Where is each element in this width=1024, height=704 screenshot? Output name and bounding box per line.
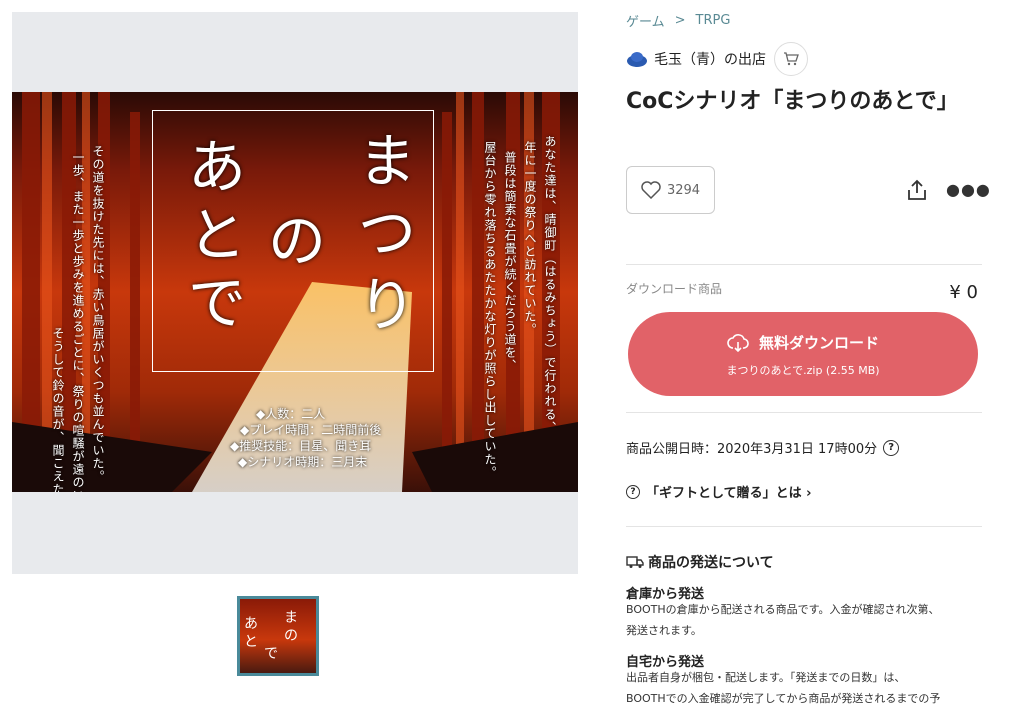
cart-icon xyxy=(784,52,799,66)
help-icon[interactable]: ? xyxy=(883,439,900,456)
free-download-button[interactable]: 無料ダウンロード まつりのあとで.zip (2.55 MB) xyxy=(628,312,978,396)
share-icon[interactable] xyxy=(906,178,928,202)
product-image-gallery[interactable]: その道を抜けた先には、赤い鳥居がいくつも並んでいた。 一歩、また一歩と歩みを進め… xyxy=(12,12,578,574)
cover-title-char: ま xyxy=(358,127,417,195)
product-title: CoCシナリオ「まつりのあとで」 xyxy=(626,89,959,114)
cart-button[interactable] xyxy=(774,42,808,76)
gift-link[interactable]: ? 「ギフトとして贈る」とは › xyxy=(626,482,812,501)
shop-row: 毛玉（青）の出店 xyxy=(626,42,808,76)
warehouse-description: BOOTHの倉庫から配送される商品です。入金が確認され次第、 発送されます。 xyxy=(626,603,940,637)
divider xyxy=(626,412,982,413)
cover-title-char: と xyxy=(188,201,247,269)
like-count: 3294 xyxy=(666,182,701,198)
price: ¥ 0 xyxy=(949,282,978,303)
breadcrumb-game[interactable]: ゲーム xyxy=(626,11,665,30)
like-button[interactable]: 3294 xyxy=(626,166,715,214)
cover-story-text: 屋台から零れ落ちるあたたかな灯りが照らし出していた。 xyxy=(483,140,497,479)
cover-title-char: あ xyxy=(188,133,247,201)
image-thumbnail[interactable]: ま の あ と で xyxy=(237,596,319,676)
download-file-label: まつりのあとで.zip (2.55 MB) xyxy=(726,364,880,377)
shop-name[interactable]: 毛玉（青）の出店 xyxy=(654,49,766,69)
download-label: 無料ダウンロード xyxy=(758,334,879,352)
cloud-download-icon xyxy=(727,333,749,352)
cover-title-char: の xyxy=(268,207,327,275)
product-main-image[interactable]: その道を抜けた先には、赤い鳥居がいくつも並んでいた。 一歩、また一歩と歩みを進め… xyxy=(12,92,578,492)
shipping-heading: 商品の発送について xyxy=(626,552,774,572)
question-icon: ? xyxy=(626,484,640,499)
product-type-label: ダウンロード商品 xyxy=(626,282,723,296)
breadcrumb: ゲーム > TRPG xyxy=(626,11,730,30)
heart-icon xyxy=(641,181,661,199)
cover-title-char: り xyxy=(358,271,417,339)
divider xyxy=(626,526,982,527)
breadcrumb-trpg[interactable]: TRPG xyxy=(696,13,731,28)
cover-title-char: で xyxy=(188,269,247,337)
cover-specs: ◆人数：二人 ◆プレイ時間：二時間前後 ◆推奨技能：目星、聞き耳 ◆シナリオ時期… xyxy=(230,407,382,469)
home-description: 出品者自身が梱包・配送します。「発送までの日数」は、 BOOTHでの入金確認が完… xyxy=(626,671,941,704)
cover-title-char: つ xyxy=(358,199,417,267)
chevron-right-icon: > xyxy=(674,13,686,28)
publish-date: 商品公開日時：2020年3月31日 17時00分 ? xyxy=(626,438,900,457)
more-options-icon[interactable]: ●●● xyxy=(946,180,991,199)
truck-icon xyxy=(626,556,644,568)
cover-story-text: そうして鈴の音が、聞こえた。 xyxy=(51,326,65,492)
divider xyxy=(626,264,982,265)
shop-avatar-icon[interactable] xyxy=(626,51,648,67)
